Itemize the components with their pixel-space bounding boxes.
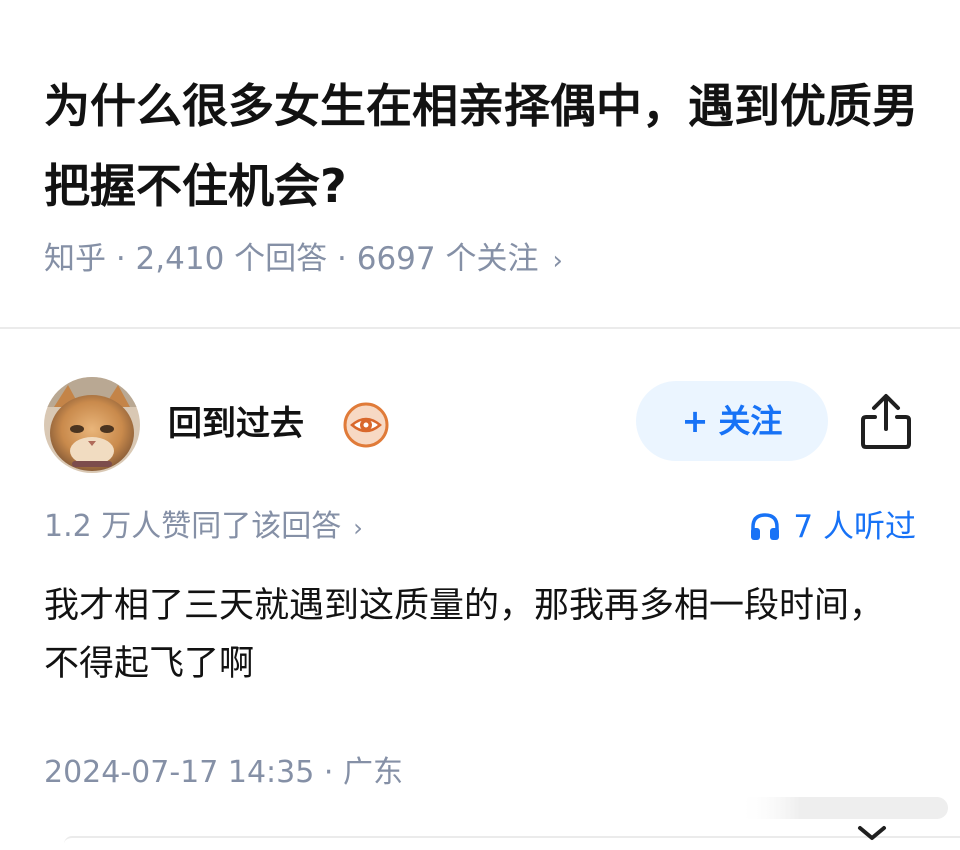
headphones-icon	[751, 513, 780, 540]
chevron-right-icon: ›	[552, 246, 563, 276]
question-header: 为什么很多女生在相亲择偶中，遇到优质男把握不住机会? 知乎 · 2,410 个回…	[0, 0, 960, 328]
answer-card: 回到过去 + 关注 1.2 万人赞同了该回答 › 7 人听过 我才相了三天就遇到这质…	[0, 329, 960, 841]
avatar[interactable]	[44, 377, 140, 473]
follow-button-label: 关注	[718, 402, 783, 440]
chevron-right-icon: ›	[353, 514, 363, 542]
plus-icon: +	[681, 402, 709, 440]
share-icon[interactable]	[858, 391, 914, 451]
listen-count-text: 7 人听过	[793, 509, 916, 545]
chevron-down-icon[interactable]	[852, 822, 892, 846]
question-title[interactable]: 为什么很多女生在相亲择偶中，遇到优质男把握不住机会?	[44, 66, 924, 226]
question-meta-text: 知乎 · 2,410 个回答 · 6697 个关注	[44, 241, 539, 277]
author-name[interactable]: 回到过去	[168, 401, 304, 447]
answer-timestamp-location: 2024-07-17 14:35 · 广东	[44, 755, 403, 790]
vote-count[interactable]: 1.2 万人赞同了该回答 ›	[44, 505, 363, 550]
cat-avatar-icon	[44, 377, 140, 473]
vote-count-text: 1.2 万人赞同了该回答	[44, 509, 342, 544]
watermark-blur	[738, 791, 948, 825]
next-card-edge	[64, 836, 960, 848]
answer-content[interactable]: 我才相了三天就遇到这质量的，那我再多相一段时间，不得起飞了啊	[44, 577, 904, 693]
listen-count[interactable]: 7 人听过	[749, 505, 916, 549]
follow-button[interactable]: + 关注	[636, 381, 828, 461]
eye-badge-icon[interactable]	[343, 402, 389, 448]
question-meta[interactable]: 知乎 · 2,410 个回答 · 6697 个关注 ›	[44, 236, 563, 284]
